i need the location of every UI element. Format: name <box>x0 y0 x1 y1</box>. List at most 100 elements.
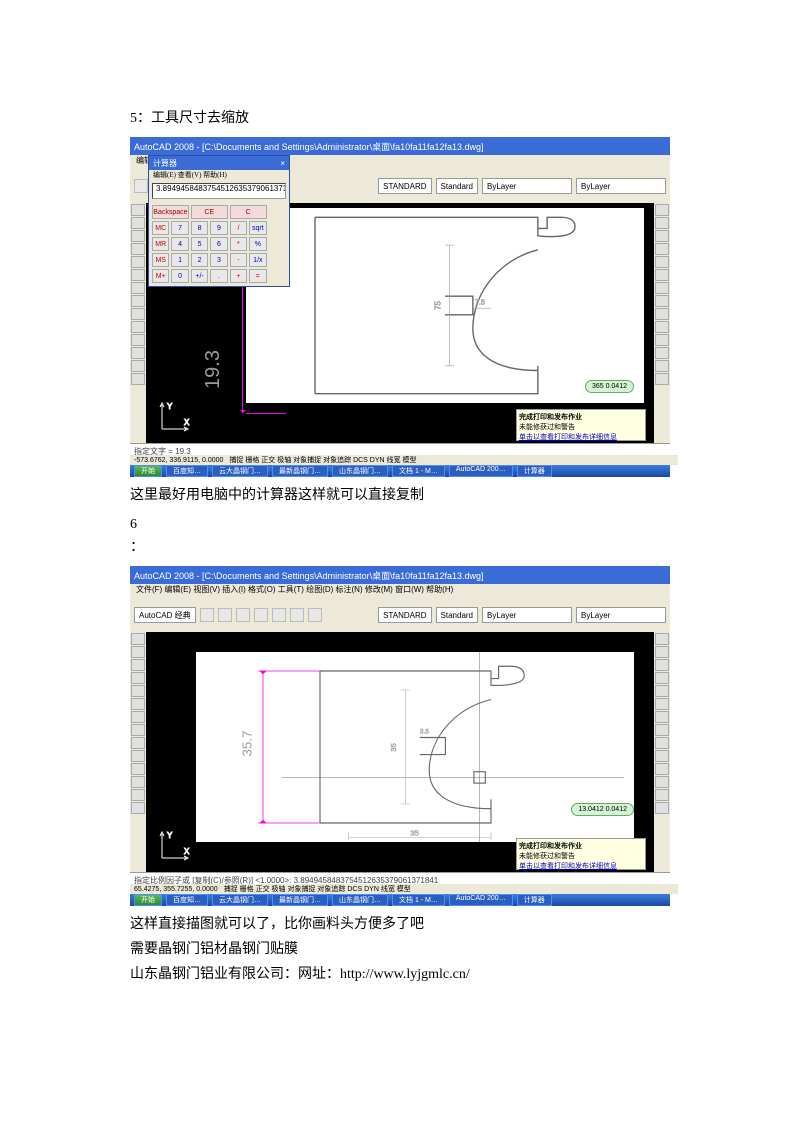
tool-icon[interactable] <box>131 269 145 281</box>
tool-icon[interactable] <box>131 802 145 814</box>
drawing-area[interactable]: 35.7 35 3.5 35 YX 13.0412 0.0412 完成打印和发布… <box>146 632 654 872</box>
tool-icon[interactable] <box>272 608 286 622</box>
calculator-window[interactable]: 计算器× 编辑(E) 查看(V) 帮助(H) 3.894945848375451… <box>148 155 290 287</box>
calc-sign[interactable]: +/- <box>191 269 208 283</box>
tool-icon[interactable] <box>655 659 669 671</box>
task-item[interactable]: 百度知… <box>166 894 208 906</box>
start-button[interactable]: 开始 <box>134 894 162 906</box>
task-item[interactable]: 山东晶钢门… <box>332 465 388 477</box>
tool-icon[interactable] <box>131 659 145 671</box>
task-item[interactable]: 最新晶钢门… <box>272 894 328 906</box>
tool-icon[interactable] <box>655 204 669 216</box>
tool-icon[interactable] <box>131 724 145 736</box>
tool-icon[interactable] <box>131 711 145 723</box>
tool-icon[interactable] <box>200 608 214 622</box>
tool-icon[interactable] <box>131 347 145 359</box>
tool-icon[interactable] <box>655 724 669 736</box>
notification-balloon[interactable]: 完成打印和发布作业 未能修获过和警告 单击以查看打印和发布详细信息 <box>516 838 646 870</box>
tool-icon[interactable] <box>236 608 250 622</box>
start-button[interactable]: 开始 <box>134 465 162 477</box>
calc-div[interactable]: / <box>230 221 247 235</box>
calc-mul[interactable]: * <box>230 237 247 251</box>
tool-icon[interactable] <box>655 243 669 255</box>
tool-icon[interactable] <box>131 321 145 333</box>
tool-icon[interactable] <box>655 269 669 281</box>
tool-icon[interactable] <box>290 608 304 622</box>
tool-icon[interactable] <box>131 217 145 229</box>
tool-icon[interactable] <box>131 750 145 762</box>
tool-icon[interactable] <box>655 698 669 710</box>
tool-icon[interactable] <box>655 282 669 294</box>
task-item[interactable]: AutoCAD 200… <box>449 894 513 906</box>
task-item[interactable]: 文档 1 - M… <box>392 894 445 906</box>
calc-8[interactable]: 8 <box>191 221 208 235</box>
calc-mplus[interactable]: M+ <box>152 269 169 283</box>
calc-sqrt[interactable]: sqrt <box>249 221 266 235</box>
calc-mc[interactable]: MC <box>152 221 169 235</box>
calc-4[interactable]: 4 <box>171 237 188 251</box>
tool-icon[interactable] <box>655 672 669 684</box>
task-item[interactable]: 最新晶钢门… <box>272 465 328 477</box>
tool-icon[interactable] <box>131 282 145 294</box>
tool-icon[interactable] <box>131 672 145 684</box>
tool-icon[interactable] <box>655 763 669 775</box>
tool-icon[interactable] <box>131 373 145 385</box>
tool-icon[interactable] <box>131 763 145 775</box>
calc-ms[interactable]: MS <box>152 253 169 267</box>
tool-icon[interactable] <box>131 646 145 658</box>
tool-icon[interactable] <box>134 179 148 193</box>
notification-balloon[interactable]: 完成打印和发布作业 未能修获过和警告 单击以查看打印和发布详细信息 <box>516 409 646 441</box>
task-item[interactable]: 计算器 <box>517 465 552 477</box>
task-item[interactable]: 云大晶钢门… <box>212 894 268 906</box>
tool-icon[interactable] <box>131 295 145 307</box>
calc-mr[interactable]: MR <box>152 237 169 251</box>
tool-icon[interactable] <box>655 750 669 762</box>
calc-inv[interactable]: 1/x <box>249 253 266 267</box>
tool-icon[interactable] <box>655 737 669 749</box>
tool-icon[interactable] <box>131 256 145 268</box>
task-item[interactable]: 文档 1 - M… <box>392 465 445 477</box>
calc-1[interactable]: 1 <box>171 253 188 267</box>
task-item[interactable]: 云大晶钢门… <box>212 465 268 477</box>
tool-icon[interactable] <box>131 737 145 749</box>
tool-icon[interactable] <box>655 685 669 697</box>
calc-2[interactable]: 2 <box>191 253 208 267</box>
calc-7[interactable]: 7 <box>171 221 188 235</box>
tool-icon[interactable] <box>655 334 669 346</box>
tool-icon[interactable] <box>655 711 669 723</box>
tool-icon[interactable] <box>655 646 669 658</box>
bylayer-dropdown[interactable]: ByLayer <box>576 178 666 194</box>
textstyle-dropdown[interactable]: Standard <box>436 607 478 623</box>
task-item[interactable]: 百度知… <box>166 465 208 477</box>
workspace-dropdown[interactable]: AutoCAD 经典 <box>134 607 196 623</box>
tool-icon[interactable] <box>655 217 669 229</box>
calc-6[interactable]: 6 <box>210 237 227 251</box>
tool-icon[interactable] <box>131 789 145 801</box>
calc-9[interactable]: 9 <box>210 221 227 235</box>
calc-eq[interactable]: = <box>249 269 266 283</box>
tool-icon[interactable] <box>655 360 669 372</box>
tool-icon[interactable] <box>655 347 669 359</box>
tool-icon[interactable] <box>131 230 145 242</box>
calc-sub[interactable]: - <box>230 253 247 267</box>
tool-icon[interactable] <box>131 698 145 710</box>
bylayer-dropdown[interactable]: ByLayer <box>482 178 572 194</box>
calc-3[interactable]: 3 <box>210 253 227 267</box>
tool-icon[interactable] <box>131 204 145 216</box>
tool-icon[interactable] <box>655 256 669 268</box>
tool-icon[interactable] <box>655 802 669 814</box>
task-item[interactable]: 计算器 <box>517 894 552 906</box>
tool-icon[interactable] <box>655 230 669 242</box>
bylayer-dropdown[interactable]: ByLayer <box>576 607 666 623</box>
tool-icon[interactable] <box>308 608 322 622</box>
calc-5[interactable]: 5 <box>191 237 208 251</box>
tool-icon[interactable] <box>655 633 669 645</box>
tool-icon[interactable] <box>131 360 145 372</box>
calc-0[interactable]: 0 <box>171 269 188 283</box>
tool-icon[interactable] <box>218 608 232 622</box>
tool-icon[interactable] <box>655 295 669 307</box>
tool-icon[interactable] <box>254 608 268 622</box>
tool-icon[interactable] <box>655 308 669 320</box>
tool-icon[interactable] <box>655 776 669 788</box>
tool-icon[interactable] <box>131 334 145 346</box>
